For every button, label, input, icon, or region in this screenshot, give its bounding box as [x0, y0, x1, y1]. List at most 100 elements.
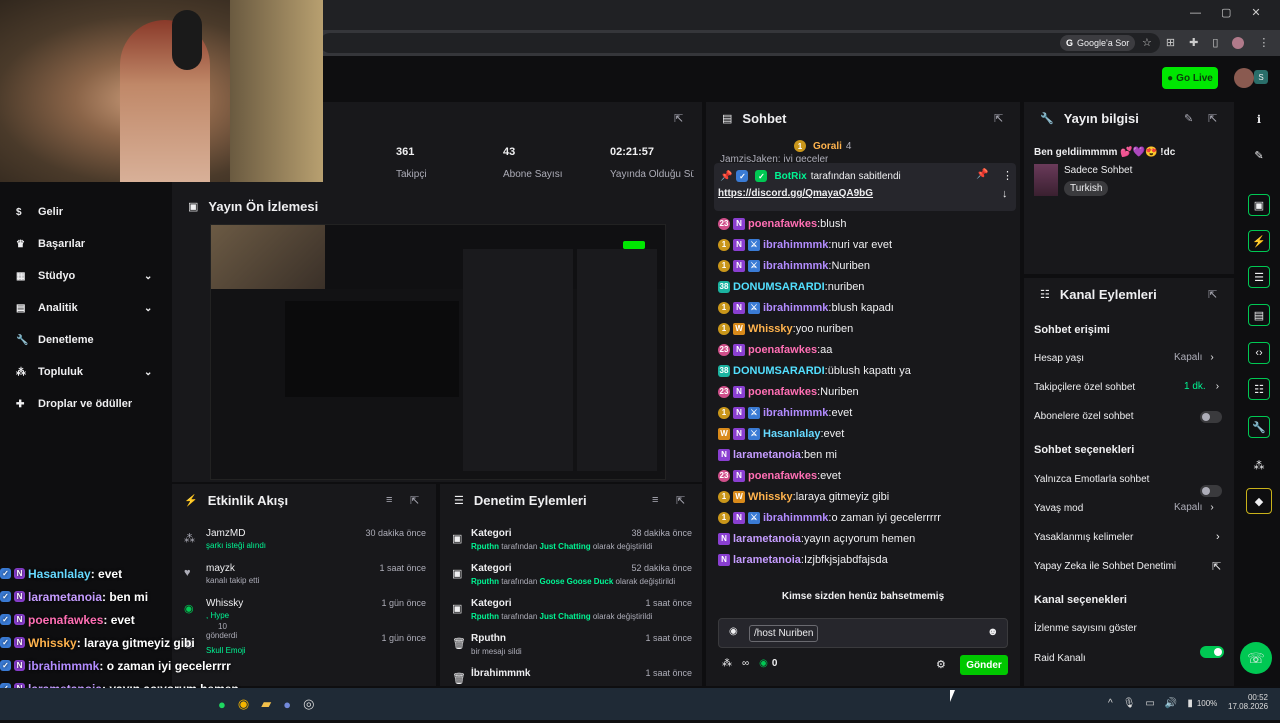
chat-message[interactable]: 1 N ⚔ ibrahimmmk: evet — [718, 402, 1014, 423]
chat-message[interactable]: 38 DONUMSARARDI: üblush kapattı ya — [718, 360, 1014, 381]
preview-rail-icon[interactable]: ▣ — [1248, 194, 1270, 216]
go-live-button[interactable]: ● Go Live — [1162, 67, 1218, 89]
followers-only-control[interactable]: 1 dk. › — [1184, 381, 1219, 392]
chat-message[interactable]: 23 Npoenafawkes: blush — [718, 213, 1014, 234]
code-rail-icon[interactable]: ‹› — [1248, 342, 1270, 364]
mod-filter-icon[interactable]: ≡ — [652, 494, 658, 506]
edit-pencil-icon[interactable]: ✎ — [1184, 112, 1193, 125]
pinned-menu-icon[interactable]: ⋮ — [1002, 169, 1013, 182]
chat-message[interactable]: 1 N ⚔ ibrahimmmk: o zaman iyi gecelerrrrr — [718, 507, 1014, 528]
account-age-control[interactable]: Kapalı › — [1174, 352, 1214, 363]
chat-settings-icon[interactable]: ⚙ — [936, 658, 946, 671]
chat-message[interactable]: W N ⚔ Hasanlalay: evet — [718, 423, 1014, 444]
star-icon[interactable]: ☆ — [1142, 36, 1152, 49]
community-rail-icon[interactable]: ⁂ — [1248, 454, 1270, 476]
chat-username[interactable]: larametanoia — [733, 533, 801, 545]
mic-icon[interactable]: 🎙 — [1123, 698, 1136, 709]
menu-dots-icon[interactable]: ⋮ — [1258, 36, 1269, 49]
pencil-icon[interactable]: ✎ — [1248, 144, 1270, 166]
scroll-down-icon[interactable]: ↓ — [1002, 188, 1008, 200]
chat-message[interactable]: 1 N ⚔ ibrahimmmk: Nuriben — [718, 255, 1014, 276]
wrench-rail-icon[interactable]: 🔧 — [1248, 416, 1270, 438]
emote-circle-icon[interactable]: ◉ — [729, 626, 738, 637]
community-icon[interactable]: ⁂ — [722, 658, 732, 669]
address-bar[interactable] — [320, 33, 1160, 53]
list-rail-icon[interactable]: ☰ — [1248, 266, 1270, 288]
chat-username[interactable]: ibrahimmmk — [763, 512, 828, 524]
activity-popout-icon[interactable]: ⇱ — [410, 494, 419, 507]
nav-item-2[interactable]: ▦ Stüdyo ⌄ — [0, 260, 172, 292]
profile-avatar[interactable] — [1232, 36, 1245, 49]
chat-username[interactable]: DONUMSARARDI — [733, 281, 825, 293]
nav-item-3[interactable]: ▤ Analitik ⌄ — [0, 292, 172, 324]
chat-message[interactable]: 23 Npoenafawkes: Nuriben — [718, 381, 1014, 402]
chat-input-box[interactable]: ◉ /host Nuriben ☻ — [718, 618, 1008, 648]
emoji-icon[interactable]: ☻ — [987, 626, 999, 638]
chrome-icon[interactable]: ◉ — [238, 696, 249, 712]
maximize-icon[interactable]: ▢ — [1221, 6, 1231, 19]
nav-item-4[interactable]: 🔧 Denetleme — [0, 324, 172, 356]
chat-username[interactable]: DONUMSARARDI — [733, 365, 825, 377]
stream-preview-video[interactable] — [210, 224, 666, 480]
chat-message[interactable]: Nlarametanoia: ben mi — [718, 444, 1014, 465]
mod-action-item[interactable]: ▣ Kategori 1 saat önce Rputhn tarafından Ju… — [440, 596, 702, 630]
nav-item-0[interactable]: $ Gelir — [0, 196, 172, 228]
chat-username[interactable]: poenafawkes — [748, 470, 817, 482]
chat-username[interactable]: poenafawkes — [748, 344, 817, 356]
clock[interactable]: 00:52 17.08.2026 — [1228, 693, 1268, 711]
chat-message[interactable]: Nlarametanoia: yayın açıyorum hemen — [718, 528, 1014, 549]
battery-icon[interactable]: ▮ — [1187, 698, 1193, 709]
spotify-icon[interactable]: ● — [218, 697, 226, 712]
slow-mode-control[interactable]: Kapalı › — [1174, 502, 1214, 513]
nav-item-6[interactable]: ✚ Droplar ve ödüller — [0, 388, 172, 420]
pin-toggle-icon[interactable]: 📌 — [976, 169, 988, 180]
mod-action-item[interactable]: 🗑 Rputhn 1 saat önce bir mesajı sildi — [440, 631, 702, 665]
activity-item[interactable]: ⁂ JamzMD 30 dakika önce şarkı isteği alındı — [172, 526, 436, 560]
chat-message[interactable]: 23 Npoenafawkes: evet — [718, 465, 1014, 486]
close-icon[interactable]: ✕ — [1251, 6, 1260, 19]
chat-message[interactable]: 1 N ⚔ ibrahimmmk: nuri var evet — [718, 234, 1014, 255]
puzzle-icon[interactable]: ✚ — [1189, 36, 1198, 49]
chat-username[interactable]: larametanoia — [733, 449, 801, 461]
chat-username[interactable]: ibrahimmmk — [763, 260, 828, 272]
extension-icon[interactable]: ⊞ — [1166, 36, 1175, 49]
minimize-icon[interactable]: — — [1190, 7, 1201, 19]
bolt-rail-icon[interactable]: ⚡ — [1248, 230, 1270, 252]
chat-rail-icon[interactable]: ▤ — [1248, 304, 1270, 326]
gift-rail-icon[interactable]: ◆ — [1246, 488, 1272, 514]
network-icon[interactable]: ▭ — [1145, 698, 1154, 709]
infinity-icon[interactable]: ∞ — [742, 658, 749, 669]
chat-username[interactable]: poenafawkes — [748, 386, 817, 398]
mod-action-item[interactable]: ▣ Kategori 52 dakika önce Rputhn tarafından… — [440, 561, 702, 595]
discord-icon[interactable]: ● — [283, 697, 291, 712]
chat-username[interactable]: poenafawkes — [748, 218, 817, 230]
tray-chevron-icon[interactable]: ^ — [1108, 698, 1113, 709]
volume-icon[interactable]: 🔊 — [1165, 698, 1177, 709]
external-link-icon[interactable]: ⇱ — [1212, 560, 1221, 573]
google-ask-button[interactable]: G Google'a Sor — [1060, 35, 1136, 51]
chat-username[interactable]: Whissky — [748, 323, 793, 335]
send-button[interactable]: Gönder — [960, 655, 1008, 675]
chat-username[interactable]: Hasanlalay — [763, 428, 820, 440]
server-rail-icon[interactable]: ☷ — [1248, 378, 1270, 400]
banned-words-chevron-icon[interactable]: › — [1216, 531, 1220, 543]
chat-message[interactable]: 23 Npoenafawkes: aa — [718, 339, 1014, 360]
chat-username[interactable]: ibrahimmmk — [763, 239, 828, 251]
support-icon[interactable]: ☏ — [1240, 642, 1272, 674]
chat-message[interactable]: Nlarametanoia: Izjbfkjsjabdfajsda — [718, 549, 1014, 570]
chat-username[interactable]: ibrahimmmk — [763, 407, 828, 419]
chat-message[interactable]: 1 W Whissky: laraya gitmeyiz gibi — [718, 486, 1014, 507]
stream-info-popout-icon[interactable]: ⇱ — [1208, 112, 1217, 125]
sidebar-icon[interactable]: ▯ — [1212, 36, 1218, 49]
show-viewers-toggle[interactable] — [1200, 646, 1224, 658]
pinned-link[interactable]: https://discord.gg/QmayaQA9bG — [718, 188, 873, 199]
info-icon[interactable]: ℹ — [1248, 108, 1270, 130]
nav-item-5[interactable]: ⁂ Topluluk ⌄ — [0, 356, 172, 388]
chat-username[interactable]: Whissky — [748, 491, 793, 503]
chat-username[interactable]: larametanoia — [733, 554, 801, 566]
mod-action-item[interactable]: ▣ Kategori 38 dakika önce Rputhn tarafından… — [440, 526, 702, 560]
chat-input-text[interactable]: /host Nuriben — [749, 625, 819, 642]
nav-item-1[interactable]: ♛ Başarılar — [0, 228, 172, 260]
subs-only-toggle[interactable] — [1200, 411, 1222, 423]
chat-username[interactable]: ibrahimmmk — [763, 302, 828, 314]
